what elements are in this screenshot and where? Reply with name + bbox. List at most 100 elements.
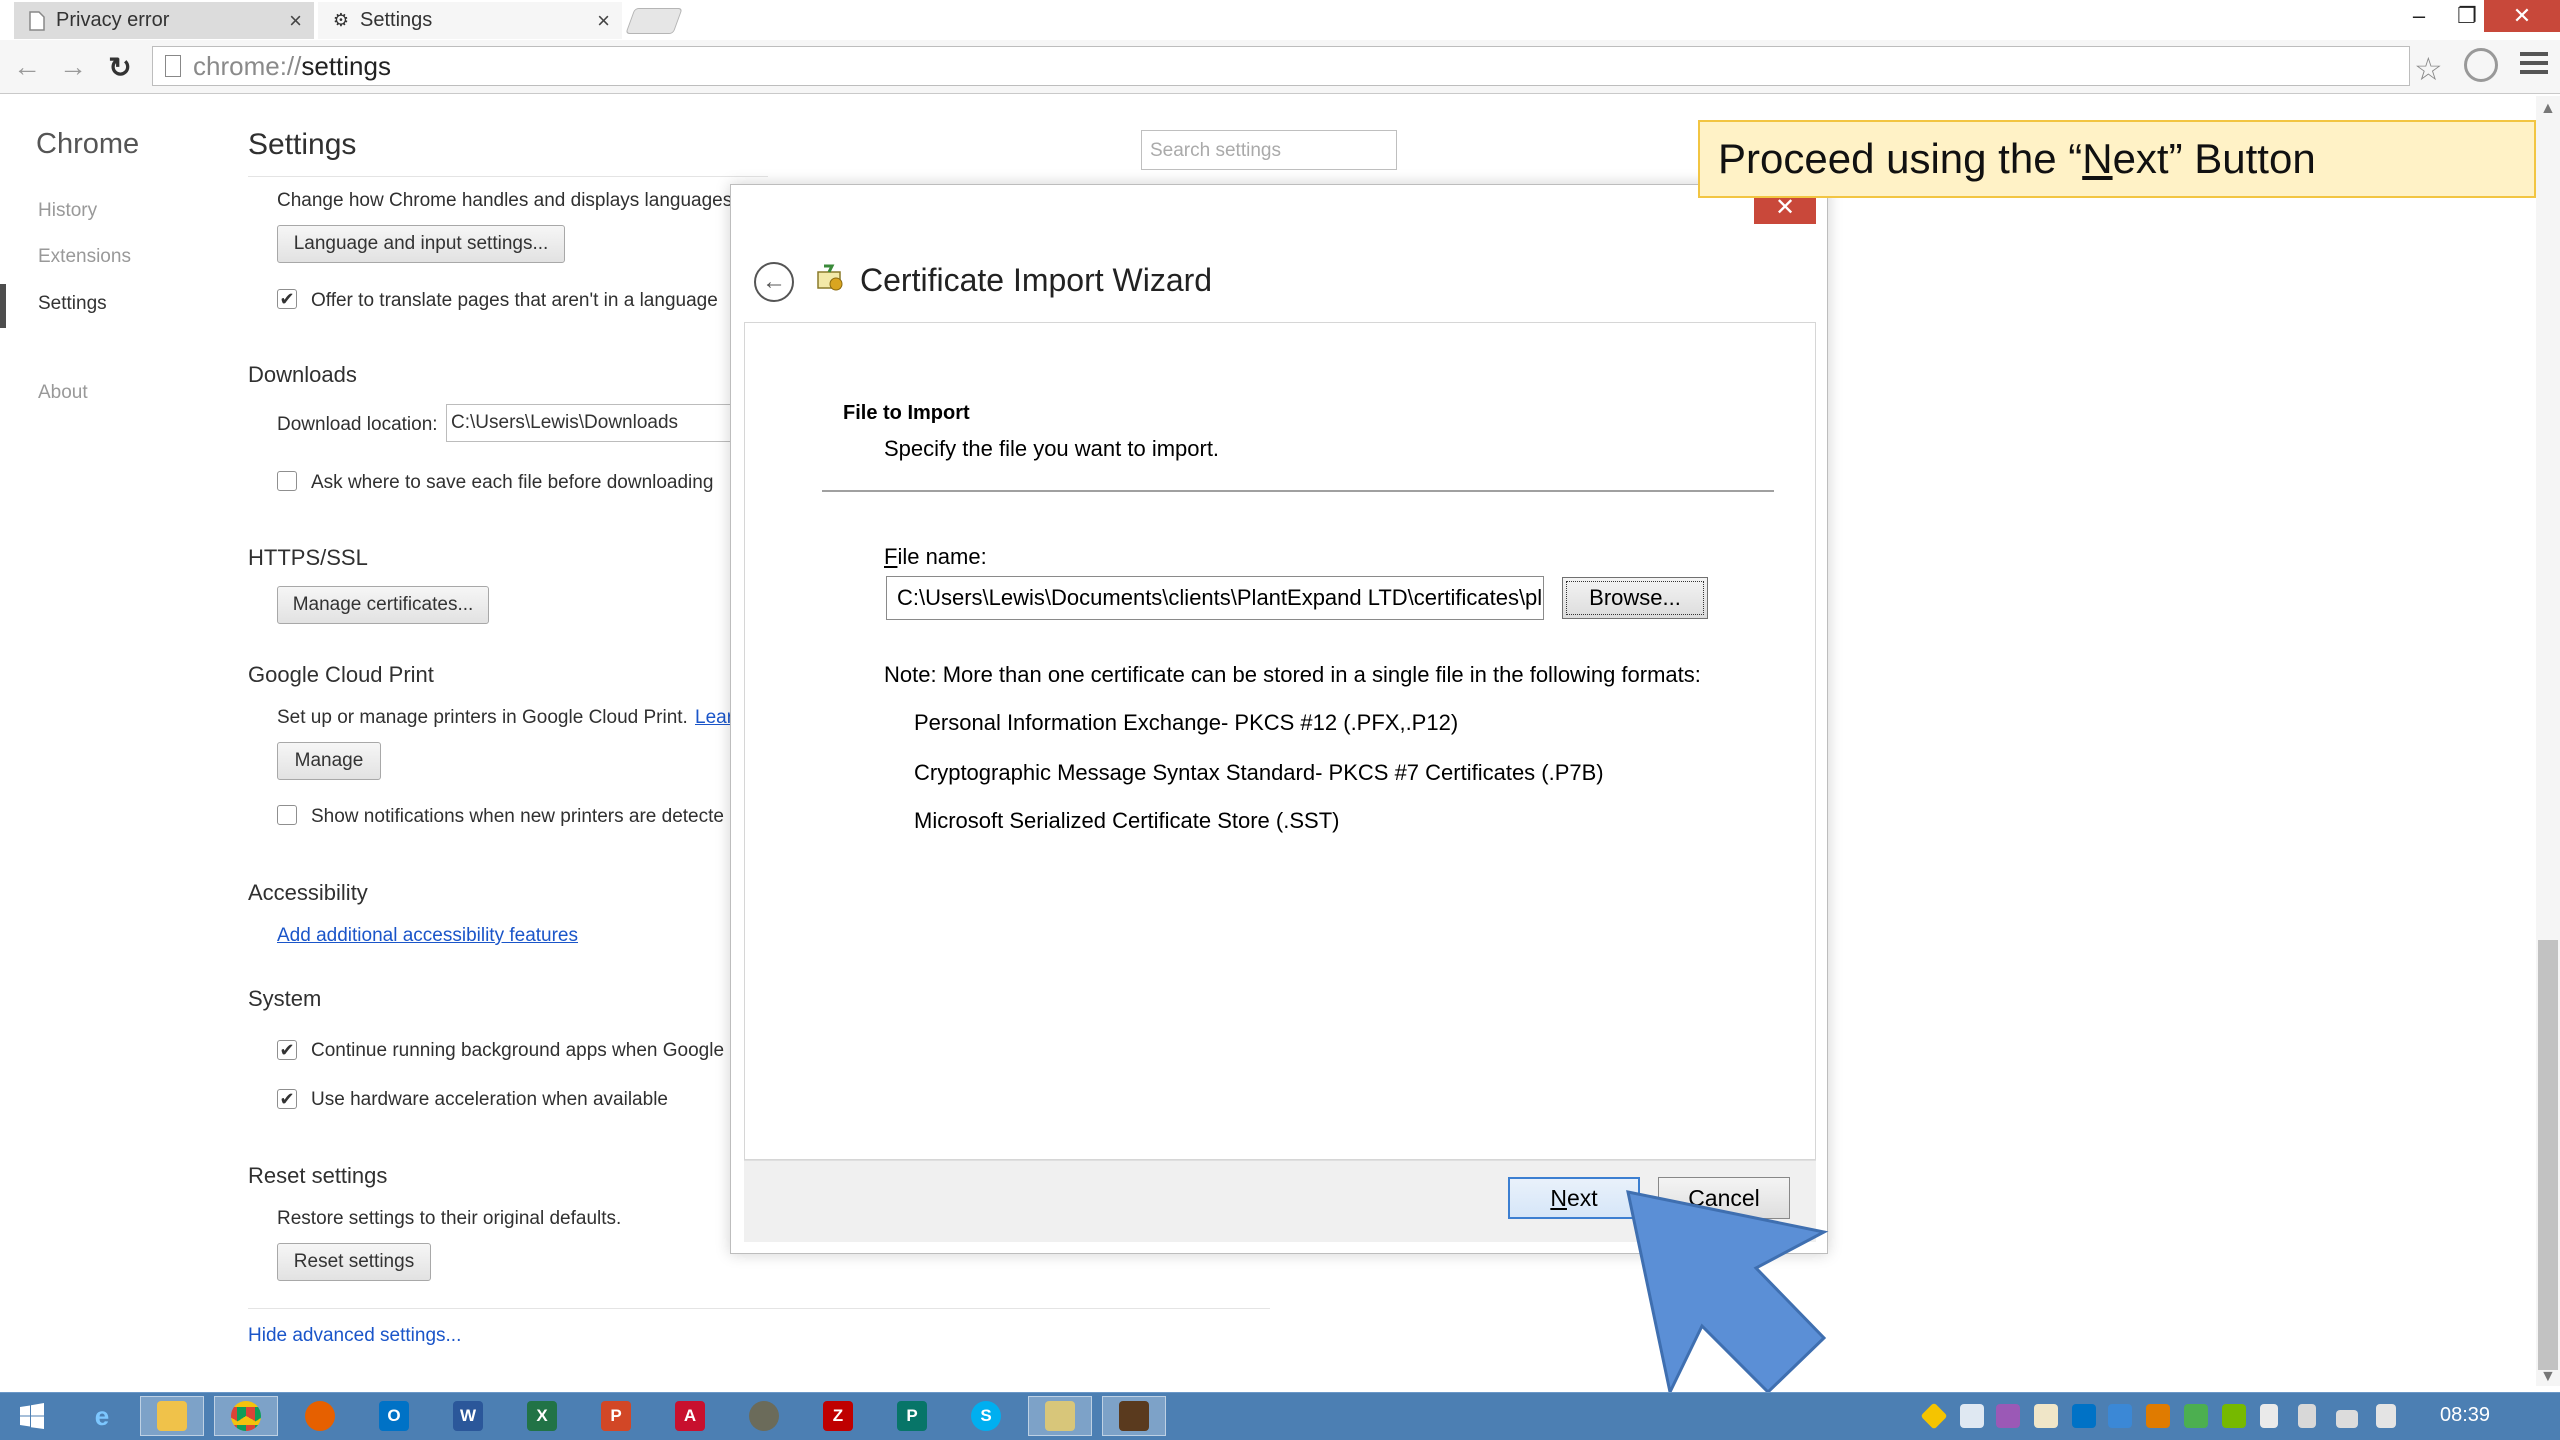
taskbar-gimp[interactable]: [732, 1396, 796, 1436]
tray-sync-icon[interactable]: [2108, 1404, 2132, 1428]
taskbar-media[interactable]: [1102, 1396, 1166, 1436]
menu-icon[interactable]: [2520, 52, 2548, 79]
tray-outlook-icon[interactable]: [2072, 1404, 2096, 1428]
taskbar-clock[interactable]: 08:39: [2440, 1404, 2490, 1427]
publisher-icon: P: [897, 1401, 927, 1431]
taskbar-skype[interactable]: S: [954, 1396, 1018, 1436]
search-input[interactable]: Search settings: [1141, 130, 1397, 170]
taskbar-explorer[interactable]: [140, 1396, 204, 1436]
tab-privacy-error[interactable]: Privacy error ×: [14, 2, 314, 39]
taskbar-acrobat[interactable]: A: [658, 1396, 722, 1436]
scroll-down-icon[interactable]: ▼: [2540, 1368, 2556, 1386]
printer-notifications-label: Show notifications when new printers are…: [311, 806, 724, 827]
hardware-acceleration-checkbox[interactable]: ✔: [277, 1089, 297, 1109]
sidebar-item-settings[interactable]: Settings: [38, 293, 107, 315]
background-apps-checkbox[interactable]: ✔: [277, 1040, 297, 1060]
sidebar-item-about[interactable]: About: [38, 382, 88, 404]
translate-label: Offer to translate pages that aren't in …: [311, 290, 718, 311]
tray-nvidia-icon[interactable]: [2222, 1404, 2246, 1428]
excel-icon: X: [527, 1401, 557, 1431]
accessibility-link[interactable]: Add additional accessibility features: [277, 925, 578, 947]
tray-app-icon[interactable]: [1996, 1404, 2020, 1428]
file-name-input[interactable]: C:\Users\Lewis\Documents\clients\PlantEx…: [886, 576, 1544, 620]
address-bar[interactable]: chrome://settings: [152, 46, 2410, 86]
sidebar-item-history[interactable]: History: [38, 200, 97, 222]
ask-download-checkbox[interactable]: [277, 471, 297, 491]
taskbar-ie[interactable]: e: [70, 1396, 134, 1436]
close-tab-icon[interactable]: ×: [597, 8, 610, 34]
taskbar-publisher[interactable]: P: [880, 1396, 944, 1436]
taskbar-word[interactable]: W: [436, 1396, 500, 1436]
taskbar-filezilla[interactable]: Z: [806, 1396, 870, 1436]
cloud-print-heading: Google Cloud Print: [248, 662, 434, 687]
reset-heading: Reset settings: [248, 1163, 388, 1188]
tab-settings[interactable]: ⚙ Settings ×: [318, 2, 622, 39]
filezilla-icon: Z: [823, 1401, 853, 1431]
cloud-print-desc: Set up or manage printers in Google Clou…: [277, 707, 688, 728]
tray-warning-icon[interactable]: [2146, 1404, 2170, 1428]
format-sst: Microsoft Serialized Certificate Store (…: [914, 808, 1340, 833]
forward-arrow-icon[interactable]: →: [56, 50, 90, 84]
gear-icon: ⚙: [332, 10, 350, 30]
manage-certificates-button[interactable]: Manage certificates...: [277, 586, 489, 624]
close-tab-icon[interactable]: ×: [289, 8, 302, 34]
extension-icon[interactable]: [2464, 48, 2498, 82]
certificate-wizard-icon: [1045, 1401, 1075, 1431]
learn-more-link[interactable]: Lear: [695, 707, 733, 729]
tray-flag-icon[interactable]: [2260, 1404, 2278, 1428]
back-arrow-icon[interactable]: ←: [10, 50, 44, 84]
tray-volume-icon[interactable]: [2376, 1404, 2396, 1428]
hide-advanced-link[interactable]: Hide advanced settings...: [248, 1325, 461, 1347]
new-tab-button[interactable]: [625, 8, 683, 34]
format-pfx: Personal Information Exchange- PKCS #12 …: [914, 710, 1459, 735]
taskbar-chrome[interactable]: [214, 1396, 278, 1436]
scroll-up-icon[interactable]: ▲: [2540, 100, 2556, 118]
outlook-icon: O: [379, 1401, 409, 1431]
printer-notifications-checkbox[interactable]: [277, 805, 297, 825]
tray-signal-icon[interactable]: [2336, 1410, 2358, 1428]
manage-printers-button[interactable]: Manage: [277, 742, 381, 780]
scrollbar-thumb[interactable]: [2538, 940, 2558, 1370]
sidebar-item-extensions[interactable]: Extensions: [38, 246, 131, 268]
step-divider: [822, 490, 1774, 492]
taskbar-powerpoint[interactable]: P: [584, 1396, 648, 1436]
tray-mail-icon[interactable]: [2034, 1404, 2058, 1428]
language-settings-button[interactable]: Language and input settings...: [277, 225, 565, 263]
tray-check-icon[interactable]: [2184, 1404, 2208, 1428]
gimp-icon: [749, 1401, 779, 1431]
formats-note: Note: More than one certificate can be s…: [884, 662, 1701, 687]
taskbar-firefox[interactable]: [288, 1396, 352, 1436]
footer-divider: [248, 1308, 1270, 1309]
pointer-arrow-icon: [1626, 1190, 1829, 1397]
tray-power-icon[interactable]: [2298, 1404, 2316, 1428]
restore-button[interactable]: ❐: [2446, 0, 2488, 32]
system-heading: System: [248, 986, 322, 1011]
sidebar-brand: Chrome: [36, 128, 140, 160]
minimize-button[interactable]: –: [2398, 0, 2440, 32]
download-location-field[interactable]: C:\Users\Lewis\Downloads: [446, 404, 736, 442]
skype-icon: S: [971, 1401, 1001, 1431]
certificate-icon: [814, 262, 848, 296]
languages-desc: Change how Chrome handles and displays l…: [277, 190, 738, 211]
window-close-button[interactable]: ✕: [2484, 0, 2560, 32]
bookmark-star-icon[interactable]: ☆: [2414, 50, 2443, 88]
browse-button[interactable]: Browse...: [1562, 577, 1708, 619]
file-explorer-icon: [157, 1401, 187, 1431]
callout-prefix: Proceed using the “: [1718, 135, 2083, 182]
taskbar-outlook[interactable]: O: [362, 1396, 426, 1436]
accessibility-heading: Accessibility: [248, 880, 368, 905]
next-accelerator: N: [1550, 1184, 1567, 1211]
background-apps-label: Continue running background apps when Go…: [311, 1040, 725, 1061]
page-title: Settings: [248, 128, 357, 161]
page-icon: [165, 55, 181, 77]
translate-checkbox[interactable]: ✔: [277, 289, 297, 309]
tray-network-icon[interactable]: [1960, 1404, 1984, 1428]
taskbar-certmgr[interactable]: [1028, 1396, 1092, 1436]
internet-explorer-icon: e: [94, 1400, 110, 1431]
start-button[interactable]: [0, 1396, 64, 1436]
back-arrow-icon[interactable]: ←: [754, 262, 794, 302]
taskbar-excel[interactable]: X: [510, 1396, 574, 1436]
reload-icon[interactable]: ↻: [103, 50, 137, 84]
callout-key: N: [2082, 135, 2113, 182]
reset-settings-button[interactable]: Reset settings: [277, 1243, 431, 1281]
